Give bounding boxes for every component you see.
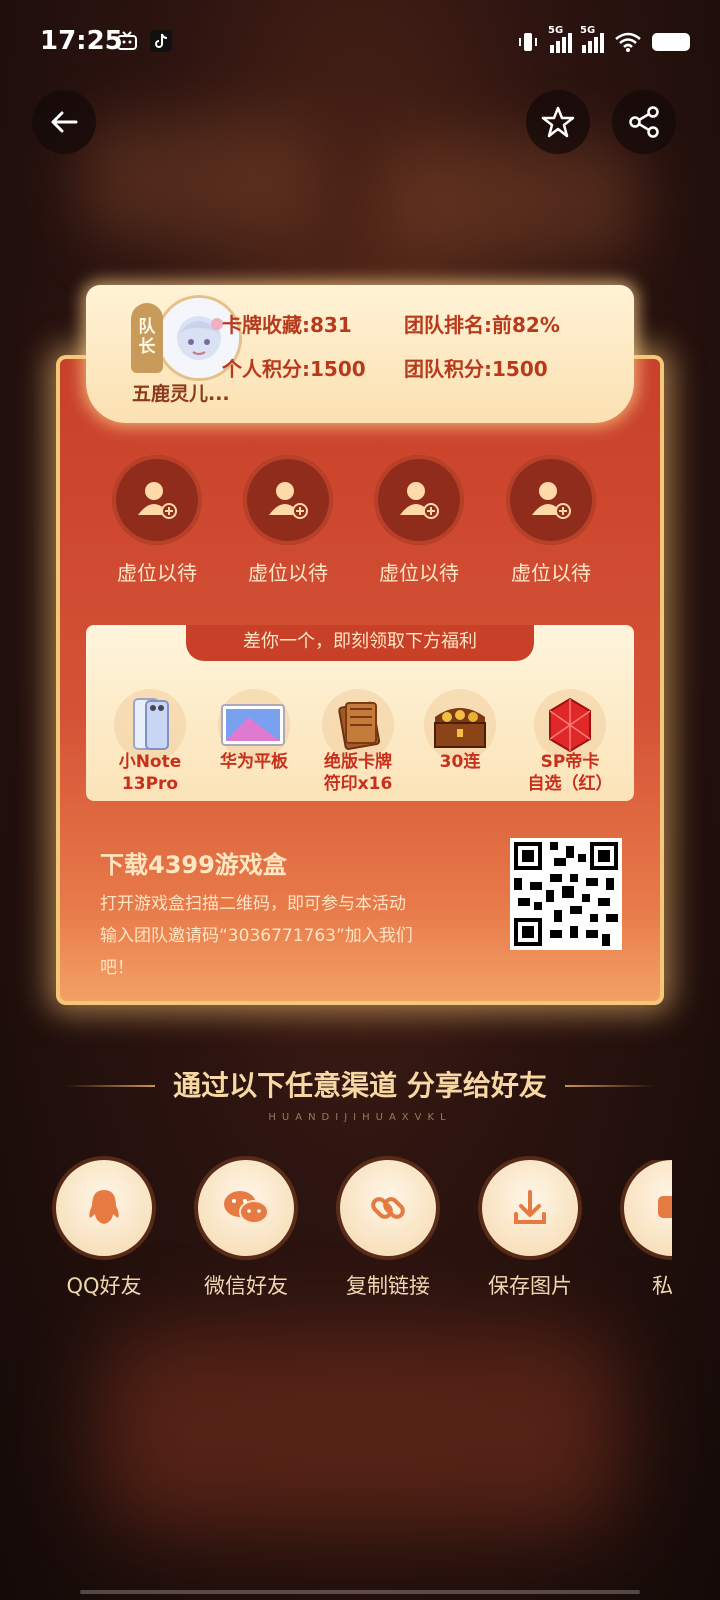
reward-name: 绝版卡牌 bbox=[324, 752, 392, 772]
qq-icon bbox=[89, 1190, 119, 1224]
favorite-button[interactable] bbox=[526, 90, 590, 154]
share-icon bbox=[629, 106, 659, 138]
tv-icon bbox=[117, 31, 137, 50]
card-collection-stat: 卡牌收藏:831 bbox=[222, 313, 352, 337]
share-label: QQ好友 bbox=[66, 1274, 142, 1298]
save-image-button[interactable]: 保存图片 bbox=[470, 1160, 590, 1300]
rewards-panel: 差你一个，即刻领取下方福利 小Note 13Pro 华为平板 绝版卡牌 符印x16 … bbox=[86, 625, 634, 801]
empty-slot[interactable]: 虚位以待 bbox=[364, 455, 474, 586]
share-label: 保存图片 bbox=[488, 1274, 572, 1298]
reward-item: 绝版卡牌 符印x16 bbox=[308, 689, 408, 795]
copy-link-button[interactable]: 复制链接 bbox=[328, 1160, 448, 1300]
red-gem-icon bbox=[549, 697, 591, 753]
reward-item: 30连 bbox=[410, 689, 510, 773]
download-icon bbox=[514, 1190, 546, 1224]
add-user-icon bbox=[532, 482, 571, 519]
share-subtitle: HUANDIJIHUAXVKL bbox=[268, 1112, 452, 1123]
reward-name: 13Pro bbox=[121, 774, 179, 794]
team-card: 队长 五鹿灵儿... 卡牌收藏:831 团队排名:前82% 个人积分:1500 … bbox=[56, 285, 664, 1010]
share-label: 复制链接 bbox=[346, 1274, 430, 1298]
captain-badge: 队长 bbox=[131, 303, 163, 373]
slot-label: 虚位以待 bbox=[379, 561, 459, 585]
arrow-left-icon bbox=[51, 111, 78, 133]
back-button[interactable] bbox=[32, 90, 96, 154]
reward-item: 华为平板 bbox=[204, 689, 304, 773]
card-pack-icon bbox=[338, 701, 381, 750]
empty-slot[interactable]: 虚位以待 bbox=[102, 455, 212, 586]
share-label: 微信好友 bbox=[204, 1274, 288, 1298]
reward-name: 符印x16 bbox=[323, 774, 393, 794]
slot-label: 虚位以待 bbox=[117, 561, 197, 585]
reward-item: SP帝卡 自选（红） bbox=[520, 689, 620, 795]
treasure-chest-icon bbox=[434, 708, 486, 748]
empty-slot[interactable]: 虚位以待 bbox=[496, 455, 606, 586]
reward-name: 小Note bbox=[118, 752, 182, 772]
reward-name: SP帝卡 bbox=[540, 752, 600, 772]
tiktok-icon bbox=[150, 30, 172, 52]
team-rank-stat: 团队排名:前82% bbox=[404, 313, 560, 337]
download-desc-line: 输入团队邀请码“3036771763”加入我们 bbox=[100, 926, 413, 946]
home-indicator[interactable] bbox=[80, 1590, 640, 1594]
empty-slot[interactable]: 虚位以待 bbox=[233, 455, 343, 586]
message-icon bbox=[658, 1196, 672, 1218]
share-title: 通过以下任意渠道 分享给好友 bbox=[173, 1069, 547, 1102]
reward-name: 华为平板 bbox=[220, 752, 288, 772]
share-qq-button[interactable]: QQ好友 bbox=[44, 1160, 164, 1300]
qr-code-image bbox=[510, 838, 622, 950]
add-user-icon bbox=[269, 482, 308, 519]
rewards-banner: 差你一个，即刻领取下方福利 bbox=[186, 625, 534, 661]
download-desc-line: 吧！ bbox=[100, 958, 134, 978]
add-user-icon bbox=[400, 482, 439, 519]
share-message-button[interactable]: 私 bbox=[612, 1160, 672, 1300]
signal-2-icon: 5G bbox=[580, 25, 604, 53]
share-button[interactable] bbox=[612, 90, 676, 154]
download-description: 打开游戏盒扫描二维码，即可参与本活动 输入团队邀请码“3036771763”加入… bbox=[100, 888, 490, 984]
add-user-icon bbox=[138, 482, 177, 519]
slot-label: 虚位以待 bbox=[248, 561, 328, 585]
reward-name: 30连 bbox=[439, 752, 481, 772]
star-icon bbox=[541, 106, 575, 138]
tablet-icon bbox=[221, 704, 285, 746]
leader-name: 五鹿灵儿... bbox=[132, 383, 230, 405]
signal-1-icon: 5G bbox=[548, 25, 572, 53]
status-bar: 17:25 5G 5G bbox=[0, 0, 720, 90]
wechat-icon bbox=[224, 1191, 269, 1224]
vibrate-icon bbox=[519, 33, 537, 51]
link-icon bbox=[371, 1197, 405, 1219]
status-icons: 5G 5G bbox=[516, 25, 690, 54]
download-title: 下载4399游戏盒 bbox=[100, 851, 287, 879]
wifi-icon bbox=[615, 32, 641, 52]
reward-item: 小Note 13Pro bbox=[100, 689, 200, 795]
slot-label: 虚位以待 bbox=[511, 561, 591, 585]
qr-code[interactable] bbox=[510, 838, 622, 950]
team-points-stat: 团队积分:1500 bbox=[404, 357, 548, 381]
phone-icon bbox=[133, 698, 169, 750]
personal-points-stat: 个人积分:1500 bbox=[222, 357, 366, 381]
share-label: 私 bbox=[652, 1274, 672, 1298]
reward-name: 自选（红） bbox=[527, 774, 613, 794]
clock: 17:25 bbox=[40, 26, 123, 56]
download-desc-line: 打开游戏盒扫描二维码，即可参与本活动 bbox=[100, 894, 406, 914]
share-wechat-button[interactable]: 微信好友 bbox=[186, 1160, 306, 1300]
team-info-header: 队长 五鹿灵儿... 卡牌收藏:831 团队排名:前82% 个人积分:1500 … bbox=[86, 285, 634, 423]
battery-icon bbox=[652, 33, 690, 51]
